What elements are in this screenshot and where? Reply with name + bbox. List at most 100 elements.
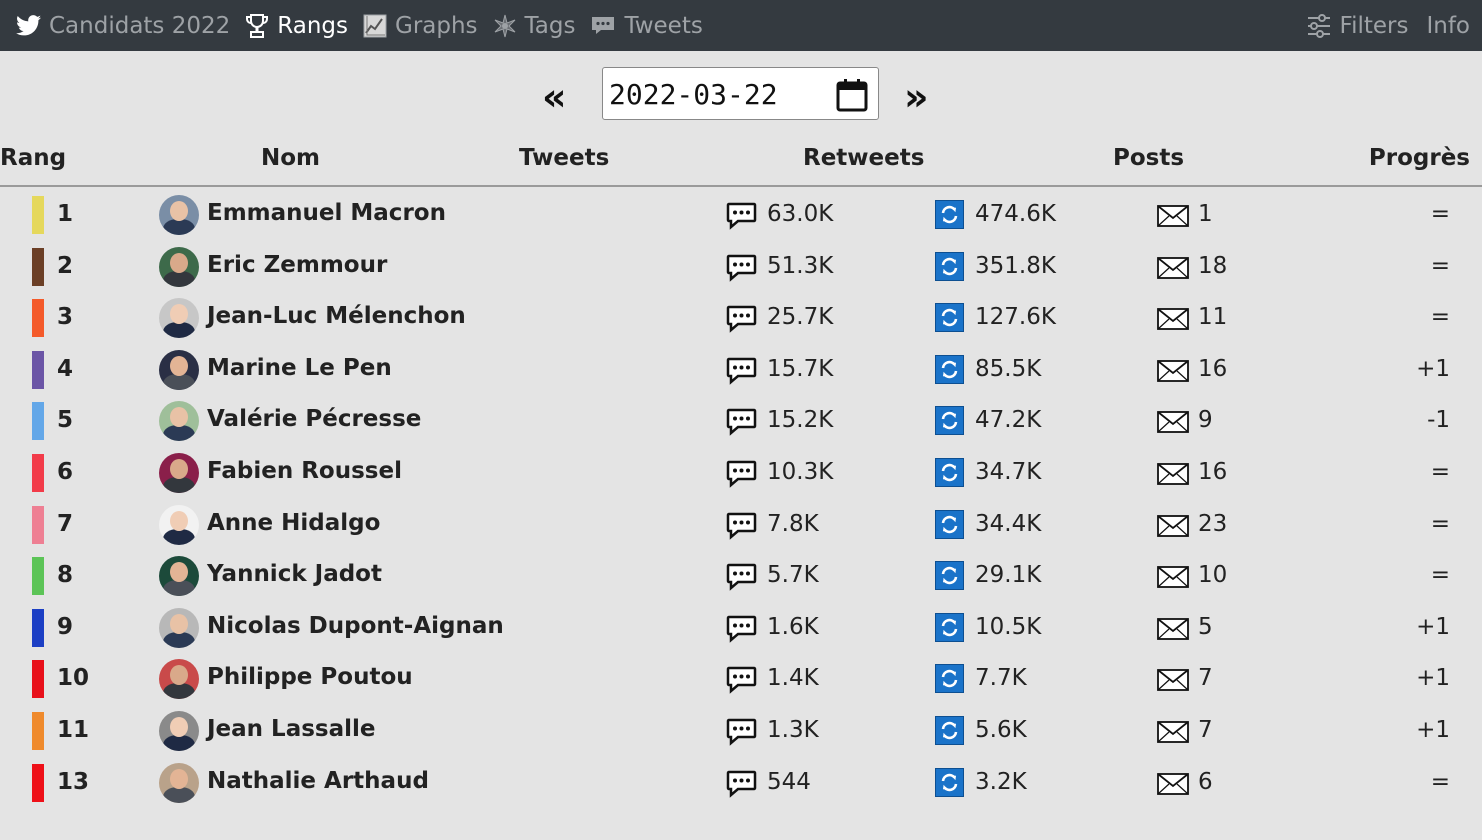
retweet-icon [935,354,964,384]
table-row[interactable]: 3 Jean-Luc Mélenchon 25.7K 127.6K 11 = [0,293,1482,345]
rank-number: 11 [57,716,90,743]
avatar-body [163,631,195,648]
brand-link[interactable]: Candidats 2022 [16,0,230,51]
avatar[interactable] [159,659,199,700]
avatar[interactable] [159,762,199,803]
comment-icon [726,718,757,750]
header-rang[interactable]: Rang [0,145,66,171]
avatar-body [163,580,195,597]
table-row[interactable]: 2 Eric Zemmour 51.3K 351.8K 18 = [0,242,1482,294]
speech-icon [590,15,616,37]
twitter-bird-icon [16,15,41,36]
table-row[interactable]: 8 Yannick Jadot 5.7K 29.1K 10 = [0,551,1482,603]
candidate-name[interactable]: Emmanuel Macron [207,200,446,226]
table-row[interactable]: 13 Nathalie Arthaud 544 3.2K 6 = [0,758,1482,810]
date-picker[interactable] [602,67,879,120]
retweets-count: 474.6K [975,201,1056,227]
avatar[interactable] [159,710,199,751]
table-row[interactable]: 11 Jean Lassalle 1.3K 5.6K 7 +1 [0,706,1482,758]
posts-count: 5 [1198,613,1213,640]
avatar[interactable] [159,556,199,597]
avatar[interactable] [159,607,199,648]
avatar[interactable] [159,246,199,287]
retweets-count: 47.2K [975,407,1042,434]
header-retweets[interactable]: Retweets [803,145,924,171]
tweets-count: 15.7K [767,355,834,382]
avatar[interactable] [159,195,199,235]
candidate-name[interactable]: Anne Hidalgo [207,510,380,536]
retweets-count: 85.5K [975,355,1042,382]
posts-count: 16 [1198,458,1228,485]
candidate-name[interactable]: Eric Zemmour [207,252,387,278]
table-row[interactable]: 10 Philippe Poutou 1.4K 7.7K 7 +1 [0,654,1482,706]
progress-indicator: = [1430,510,1450,537]
candidate-name[interactable]: Valérie Pécresse [207,406,421,432]
comment-icon [726,202,757,234]
header-posts[interactable]: Posts [1113,145,1184,171]
filters-label: Filters [1339,12,1409,39]
header-progres[interactable]: Progrès [1369,145,1470,171]
avatar-face [170,458,188,479]
table-row[interactable]: 1 Emmanuel Macron 63.0K 474.6K 1 = [0,190,1482,242]
comment-icon [726,563,757,595]
header-nom[interactable]: Nom [261,145,320,171]
retweets-count: 34.4K [975,510,1042,537]
table-row[interactable]: 6 Fabien Roussel 10.3K 34.7K 16 = [0,448,1482,500]
envelope-icon [1157,617,1189,644]
retweet-icon [935,251,964,281]
prev-date-button[interactable]: « [542,78,567,116]
comment-icon [726,305,757,337]
avatar-face [170,201,188,221]
candidate-name[interactable]: Yannick Jadot [207,561,382,587]
candidate-name[interactable]: Philippe Poutou [207,664,413,690]
tweets-count: 15.2K [767,407,834,434]
candidate-name[interactable]: Fabien Roussel [207,458,402,484]
retweets-count: 5.6K [975,716,1027,743]
avatar-body [163,734,195,751]
filters-button[interactable]: Filters [1306,0,1409,51]
avatar-body [163,270,195,287]
nav-item-graphs[interactable]: Graphs [363,0,478,51]
candidate-name[interactable]: Jean-Luc Mélenchon [207,303,466,329]
table-row[interactable]: 4 Marine Le Pen 15.7K 85.5K 16 +1 [0,345,1482,397]
trophy-icon [245,13,269,39]
nav-item-tweets[interactable]: Tweets [590,0,703,51]
retweets-count: 351.8K [975,252,1056,279]
calendar-icon[interactable] [836,78,868,116]
comment-icon [726,254,757,286]
avatar[interactable] [159,452,199,493]
posts-count: 6 [1198,768,1213,795]
avatar[interactable] [159,349,199,390]
candidate-name[interactable]: Jean Lassalle [207,716,376,742]
progress-indicator: +1 [1416,716,1450,743]
retweets-count: 34.7K [975,458,1042,485]
header-tweets[interactable]: Tweets [519,145,609,171]
envelope-icon [1157,411,1189,437]
avatar-body [163,476,195,493]
envelope-icon [1157,514,1189,541]
table-header: Rang Nom Tweets Retweets Posts Progrès [0,145,1482,187]
comment-icon [726,770,757,802]
candidate-name[interactable]: Nicolas Dupont-Aignan [207,613,504,639]
avatar-body [163,425,195,442]
posts-count: 10 [1198,562,1228,589]
avatar[interactable] [159,298,199,339]
table-row[interactable]: 5 Valérie Pécresse 15.2K 47.2K 9 -1 [0,396,1482,448]
avatar[interactable] [159,504,199,545]
candidate-name[interactable]: Nathalie Arthaud [207,768,429,794]
avatar-face [170,716,188,737]
date-input[interactable] [609,78,829,111]
avatar-face [170,407,188,428]
candidate-name[interactable]: Marine Le Pen [207,355,392,381]
comment-icon [726,615,757,647]
posts-count: 11 [1198,304,1228,331]
table-row[interactable]: 9 Nicolas Dupont-Aignan 1.6K 10.5K 5 +1 [0,603,1482,655]
next-date-button[interactable]: » [904,78,929,116]
nav-item-tags[interactable]: Tags [493,0,575,51]
info-link[interactable]: Info [1426,0,1470,51]
nav-item-rangs[interactable]: Rangs [245,0,348,51]
table-row[interactable]: 7 Anne Hidalgo 7.8K 34.4K 23 = [0,500,1482,552]
rank-number: 13 [57,768,90,795]
envelope-icon [1157,669,1189,695]
avatar[interactable] [159,401,199,442]
